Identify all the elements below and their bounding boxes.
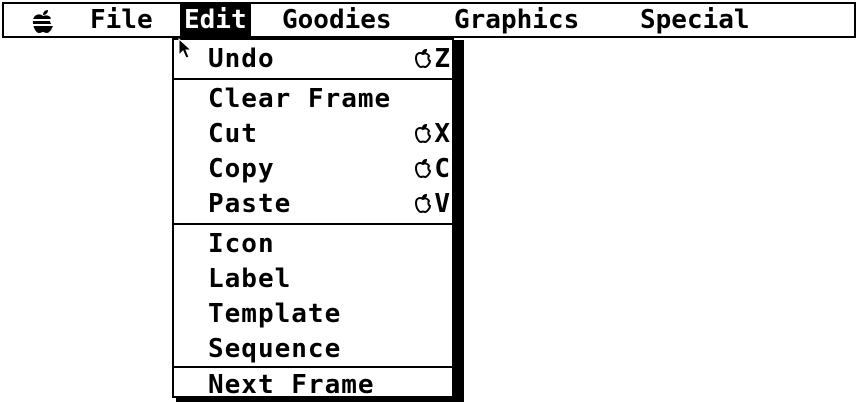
separator <box>174 78 452 80</box>
command-icon <box>415 194 432 214</box>
menu-item-clear-frame[interactable]: Clear Frame <box>174 82 452 116</box>
menu-item-label: Clear Frame <box>208 84 392 114</box>
menu-item-label: Template <box>208 299 342 329</box>
command-icon <box>415 159 432 179</box>
menu-special[interactable]: Special <box>640 4 750 36</box>
menu-item-label: Undo <box>208 44 275 74</box>
shortcut-key: V <box>434 189 450 219</box>
menu-goodies[interactable]: Goodies <box>282 4 392 36</box>
menu-item-label: Paste <box>208 189 292 219</box>
menu-item-paste[interactable]: Paste V <box>174 187 452 221</box>
menu-edit[interactable]: Edit <box>180 4 251 36</box>
menu-item-undo[interactable]: Undo Z <box>174 42 452 76</box>
menu-item-label-cmd[interactable]: Label <box>174 262 452 296</box>
menu-item-label: Label <box>208 264 292 294</box>
menu-item-label: Copy <box>208 154 275 184</box>
command-icon <box>415 49 432 69</box>
menu-item-label: Icon <box>208 229 275 259</box>
edit-menu-dropdown: Undo Z Clear Frame Cut X Copy C Paste V … <box>172 38 454 400</box>
menu-item-cut[interactable]: Cut X <box>174 117 452 151</box>
shortcut: X <box>414 117 450 151</box>
menu-item-label: Next Frame <box>208 370 375 400</box>
arrow-pointer-icon <box>178 38 192 59</box>
menu-item-copy[interactable]: Copy C <box>174 152 452 186</box>
menu-graphics[interactable]: Graphics <box>454 4 579 36</box>
menu-item-label: Cut <box>208 119 258 149</box>
shortcut: Z <box>414 42 450 76</box>
shortcut-key: C <box>434 154 450 184</box>
menu-file[interactable]: File <box>90 4 153 36</box>
dropdown-shadow-right <box>454 40 464 402</box>
shortcut: C <box>414 152 450 186</box>
apple-icon[interactable] <box>30 9 56 35</box>
menu-bar: File Edit Goodies Graphics Special <box>2 2 856 38</box>
separator <box>174 223 452 225</box>
shortcut: V <box>414 187 450 221</box>
shortcut-key: Z <box>434 44 450 74</box>
menu-item-next-frame[interactable]: Next Frame <box>174 368 452 402</box>
menu-item-icon[interactable]: Icon <box>174 227 452 261</box>
command-icon <box>415 124 432 144</box>
menu-item-label: Sequence <box>208 334 342 364</box>
shortcut-key: X <box>434 119 450 149</box>
menu-item-sequence[interactable]: Sequence <box>174 332 452 366</box>
menu-item-template[interactable]: Template <box>174 297 452 331</box>
